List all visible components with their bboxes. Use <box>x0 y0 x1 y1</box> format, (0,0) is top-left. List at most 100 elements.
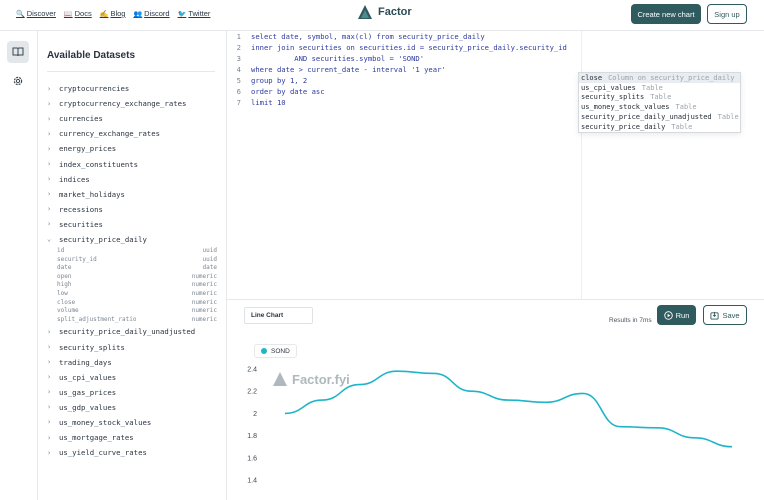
autocomplete-item[interactable]: us_cpi_values Table <box>579 83 740 93</box>
save-button[interactable]: Save <box>703 305 747 325</box>
chevron-right-icon: › <box>47 144 52 153</box>
watermark-text: Factor.fyi <box>292 371 350 387</box>
nav-link-docs[interactable]: 📖 Docs <box>64 9 92 18</box>
y-tick-label: 1.8 <box>247 433 257 440</box>
column-row: split_adjustment_ratio numeric <box>57 315 217 323</box>
y-tick-label: 2.4 <box>247 367 257 374</box>
chevron-right-icon: › <box>47 114 52 123</box>
results-status: Results in 7ms <box>609 317 652 324</box>
dataset-item[interactable]: › securities <box>47 217 219 232</box>
code-line: 4 where date > current_date - interval '1… <box>236 64 446 74</box>
gear-icon <box>13 76 23 86</box>
autocomplete-item[interactable]: security_price_daily_unadjusted Table <box>579 112 740 122</box>
legend-swatch <box>261 348 267 354</box>
chevron-right-icon: › <box>47 129 52 138</box>
dataset-item[interactable]: › index_constituents <box>47 156 219 171</box>
y-tick-label: 2.2 <box>247 389 257 396</box>
chevron-right-icon: › <box>47 99 52 108</box>
dataset-item[interactable]: › energy_prices <box>47 141 219 156</box>
run-button[interactable]: Run <box>657 305 696 325</box>
factor-logo-icon <box>358 5 372 19</box>
dataset-item[interactable]: › indices <box>47 172 219 187</box>
dataset-item[interactable]: › currency_exchange_rates <box>47 126 219 141</box>
nav-link-twitter[interactable]: 🐦 Twitter <box>178 9 211 18</box>
dataset-item[interactable]: › cryptocurrencies <box>47 81 219 96</box>
people-icon: 👥 <box>133 10 143 18</box>
column-row: volume numeric <box>57 307 217 315</box>
code-line: 3 AND securities.symbol = 'SOND' <box>236 53 425 63</box>
dataset-item[interactable]: › us_cpi_values <box>47 370 219 385</box>
chart-type-select[interactable]: Line Chart <box>244 307 313 324</box>
legend-label: SOND <box>271 347 290 355</box>
dataset-item[interactable]: › us_money_stock_values <box>47 415 219 430</box>
dataset-item[interactable]: › security_price_daily_unadjusted <box>47 324 219 339</box>
chevron-right-icon: › <box>47 448 52 457</box>
column-row: id uuid <box>57 247 217 255</box>
sql-editor[interactable]: 1 select date, symbol, max(cl) from secur… <box>227 31 764 299</box>
chevron-right-icon: › <box>47 205 52 214</box>
chevron-right-icon: › <box>47 358 52 367</box>
chart-toolbar: Line Chart Results in 7ms Run Save <box>227 299 764 329</box>
datasets-sidebar: Available Datasets › cryptocurrencies › cr… <box>38 31 227 500</box>
y-tick-label: 1.6 <box>247 455 257 462</box>
dataset-item[interactable]: › recessions <box>47 202 219 217</box>
bird-icon: 🐦 <box>177 10 187 18</box>
brand-name: Factor <box>378 6 412 18</box>
column-row: close numeric <box>57 298 217 306</box>
code-line: 7 limit 10 <box>236 97 286 107</box>
legend-item[interactable]: SOND <box>254 344 297 358</box>
column-row: date date <box>57 264 217 272</box>
column-row: low numeric <box>57 290 217 297</box>
dataset-item[interactable]: › currencies <box>47 111 219 126</box>
signup-button[interactable]: Sign up <box>707 4 747 24</box>
create-chart-button[interactable]: Create new chart <box>631 4 701 24</box>
chevron-right-icon: › <box>47 403 52 412</box>
chart-panel: 2.4 2.2 2 1.8 1.6 1.4 SOND Factor.fyi <box>227 329 764 500</box>
brand-logo[interactable]: Factor <box>357 4 412 20</box>
sidebar-divider <box>47 71 215 72</box>
nav-link-discord[interactable]: 👥 Discord <box>133 9 169 18</box>
dataset-item[interactable]: › cryptocurrency_exchange_rates <box>47 96 219 111</box>
dataset-item-expanded[interactable]: ⌄ security_price_daily <box>47 232 219 247</box>
autocomplete-popup: close Column on security_price_daily us_c… <box>578 72 741 133</box>
sidebar-title: Available Datasets <box>47 50 136 61</box>
code-line: 1 select date, symbol, max(cl) from secur… <box>236 31 485 41</box>
column-row: security_id uuid <box>57 255 217 263</box>
series-line-sond <box>284 370 733 448</box>
dataset-item[interactable]: › us_yield_curve_rates <box>47 445 219 460</box>
autocomplete-item[interactable]: close Column on security_price_daily <box>579 73 740 83</box>
dataset-item[interactable]: › us_gdp_values <box>47 400 219 415</box>
code-line: 5 group by 1, 2 <box>236 75 308 85</box>
dataset-item[interactable]: › us_mortgage_rates <box>47 430 219 445</box>
chevron-right-icon: › <box>47 175 52 184</box>
autocomplete-item[interactable]: security_splits Table <box>579 93 740 103</box>
pencil-icon: ✍ <box>99 10 109 18</box>
left-rail <box>0 31 38 500</box>
dataset-list: › cryptocurrencies › cryptocurrency_exchan… <box>47 81 219 460</box>
chevron-right-icon: › <box>47 84 52 93</box>
chevron-right-icon: › <box>47 190 52 199</box>
chevron-down-icon: ⌄ <box>47 235 52 244</box>
dataset-item[interactable]: › trading_days <box>47 355 219 370</box>
nav-link-blog[interactable]: ✍ Blog <box>100 9 126 18</box>
dataset-item[interactable]: › us_gas_prices <box>47 385 219 400</box>
chevron-right-icon: › <box>47 220 52 229</box>
y-tick-label: 1.4 <box>247 478 257 485</box>
dataset-item[interactable]: › market_holidays <box>47 187 219 202</box>
line-chart: 2.4 2.2 2 1.8 1.6 1.4 <box>247 367 733 485</box>
column-row: high numeric <box>57 281 217 289</box>
autocomplete-item[interactable]: security_price_daily Table <box>579 122 740 132</box>
settings-button[interactable] <box>7 70 29 92</box>
nav-link-discover[interactable]: 🔍 Discover <box>16 9 56 18</box>
autocomplete-item[interactable]: us_money_stock_values Table <box>579 102 740 112</box>
chevron-right-icon: › <box>47 373 52 382</box>
code-line: 6 order by date asc <box>236 86 325 96</box>
dataset-item[interactable]: › security_splits <box>47 339 219 354</box>
datasets-book-button[interactable] <box>7 41 29 63</box>
chevron-right-icon: › <box>47 343 52 352</box>
chevron-right-icon: › <box>47 433 52 442</box>
chevron-right-icon: › <box>47 388 52 397</box>
factor-watermark-icon <box>273 372 287 386</box>
chevron-right-icon: › <box>47 327 52 336</box>
save-icon <box>710 311 719 320</box>
